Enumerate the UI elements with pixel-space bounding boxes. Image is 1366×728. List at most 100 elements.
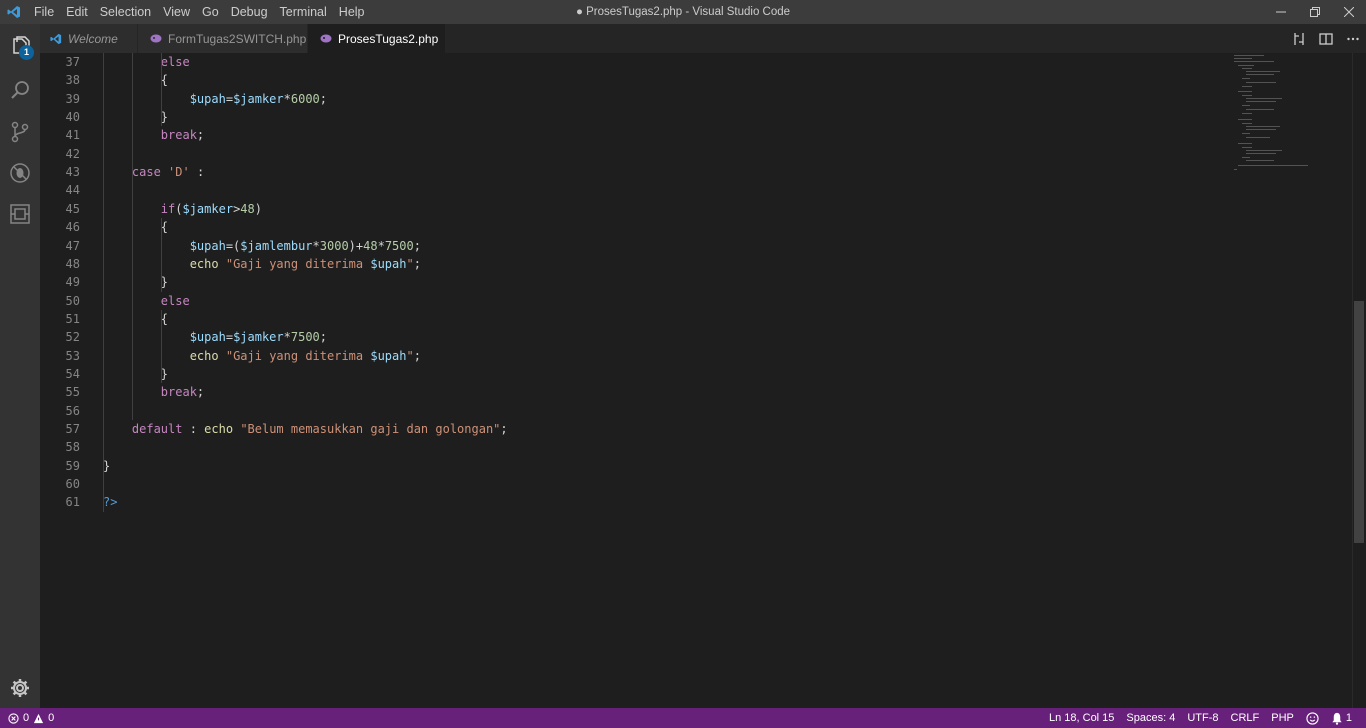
explorer-button[interactable]: 1 (0, 24, 40, 70)
warning-icon (34, 713, 44, 723)
menu-terminal[interactable]: Terminal (274, 0, 333, 24)
open-changes-button[interactable] (1285, 24, 1312, 53)
extensions-icon (10, 203, 30, 224)
split-editor-button[interactable] (1312, 24, 1339, 53)
line-number: 45 (65, 201, 80, 216)
indent-guide (161, 218, 162, 292)
explorer-badge: 1 (19, 45, 34, 60)
code-line: 58 (40, 438, 1220, 456)
line-number: 48 (65, 256, 80, 271)
code-text: { (103, 220, 169, 235)
close-window-button[interactable] (1332, 0, 1366, 24)
line-number: 56 (65, 403, 80, 418)
code-text: else (160, 55, 190, 69)
restore-button[interactable] (1298, 0, 1332, 24)
code-line: 45 if($jamker>48) (40, 200, 1220, 218)
language-mode[interactable]: PHP (1265, 708, 1300, 728)
code-text: else (160, 293, 190, 308)
debug-icon (10, 162, 30, 183)
line-number: 54 (65, 366, 80, 381)
code-line: 37 else (40, 53, 1220, 71)
ellipsis-icon (1346, 37, 1359, 40)
encoding[interactable]: UTF-8 (1181, 708, 1224, 728)
extensions-button[interactable] (0, 193, 40, 234)
code-line: 40 } (40, 108, 1220, 126)
menu-view[interactable]: View (157, 0, 196, 24)
line-number: 44 (65, 183, 80, 198)
line-number: 53 (65, 348, 80, 363)
source-control-button[interactable] (0, 111, 40, 152)
code-line: 56 (40, 402, 1220, 420)
menu-file[interactable]: File (28, 0, 60, 24)
vertical-scrollbar[interactable] (1352, 53, 1366, 708)
menu-edit[interactable]: Edit (60, 0, 94, 24)
compare-icon (1293, 32, 1304, 45)
php-icon (320, 34, 332, 43)
line-number: 37 (65, 55, 80, 69)
tab-formtugas2switch[interactable]: FormTugas2SWITCH.php (138, 24, 308, 53)
end-of-line[interactable]: CRLF (1225, 708, 1266, 728)
activity-bar: 1 (0, 24, 40, 708)
code-text: $upah=$jamker*6000; (189, 91, 328, 106)
title-bar: File Edit Selection View Go Debug Termin… (0, 0, 1366, 24)
code-editor[interactable]: 37 else 38 {39 $upah=$jamker*6000; 40 } 41 … (40, 53, 1366, 708)
line-number: 42 (65, 146, 80, 161)
menu-selection[interactable]: Selection (94, 0, 157, 24)
line-number: 52 (65, 330, 80, 345)
tab-welcome[interactable]: Welcome (40, 24, 138, 53)
code-line: 55 break; (40, 383, 1220, 401)
line-number: 57 (65, 422, 80, 436)
scrollbar-thumb[interactable] (1354, 301, 1364, 543)
error-count: 0 (23, 712, 30, 724)
code-text: break; (160, 128, 205, 143)
problems-indicator[interactable]: 0 0 (0, 712, 54, 724)
code-text: { (103, 311, 169, 326)
code-text: $upah=$jamker*7500; (189, 330, 328, 345)
status-bar: 0 0 Ln 18, Col 15 Spaces: 4 UTF-8 CRLF P… (0, 708, 1366, 728)
tab-label: FormTugas2SWITCH.php (168, 31, 307, 46)
cursor-position[interactable]: Ln 18, Col 15 (1043, 708, 1120, 728)
menu-help[interactable]: Help (333, 0, 371, 24)
debug-button[interactable] (0, 152, 40, 193)
feedback-button[interactable] (1300, 711, 1325, 725)
code-line: 49 } (40, 273, 1220, 291)
line-number: 50 (65, 293, 80, 308)
code-line: 43 case 'D' : (40, 163, 1220, 181)
notifications-button[interactable]: 1 (1325, 708, 1358, 728)
indent-guide (161, 309, 162, 384)
code-line: 39 $upah=$jamker*6000; (40, 90, 1220, 108)
editor-tabs: Welcome FormTugas2SWITCH.php ProsesTugas… (40, 24, 1366, 53)
code-text: } (103, 275, 169, 290)
code-line: 59} (40, 457, 1220, 475)
line-number: 40 (65, 110, 80, 125)
code-text: default : echo "Belum memasukkan gaji da… (131, 422, 508, 436)
indent-guide (132, 53, 133, 420)
code-line: 41 break; (40, 126, 1220, 144)
minimap[interactable] (1230, 53, 1320, 183)
more-actions-button[interactable] (1339, 24, 1366, 53)
search-button[interactable] (0, 70, 40, 111)
tab-prosestugas2[interactable]: ProsesTugas2.php (308, 24, 446, 53)
code-line: 60 (40, 475, 1220, 493)
minimize-button[interactable] (1264, 0, 1298, 24)
warning-count: 0 (48, 712, 55, 724)
code-line: 38 { (40, 71, 1220, 89)
menu-go[interactable]: Go (196, 0, 225, 24)
line-number: 46 (65, 220, 80, 235)
manage-settings-button[interactable] (0, 667, 40, 708)
line-number: 58 (65, 440, 80, 455)
tab-label: ProsesTugas2.php (338, 31, 439, 46)
code-line: 47 $upah=($jamlembur*3000)+48*7500; (40, 237, 1220, 255)
code-line: 44 (40, 181, 1220, 199)
line-number: 51 (65, 311, 80, 326)
line-number: 43 (65, 165, 80, 180)
code-text: echo "Gaji yang diterima $upah"; (189, 348, 421, 363)
code-line: 48 echo "Gaji yang diterima $upah"; (40, 255, 1220, 273)
indentation[interactable]: Spaces: 4 (1120, 708, 1181, 728)
code-text: break; (160, 385, 205, 400)
line-number: 60 (65, 477, 80, 492)
code-text: } (103, 458, 111, 473)
line-number: 38 (65, 73, 80, 88)
menu-debug[interactable]: Debug (225, 0, 274, 24)
vscode-icon (50, 33, 62, 45)
